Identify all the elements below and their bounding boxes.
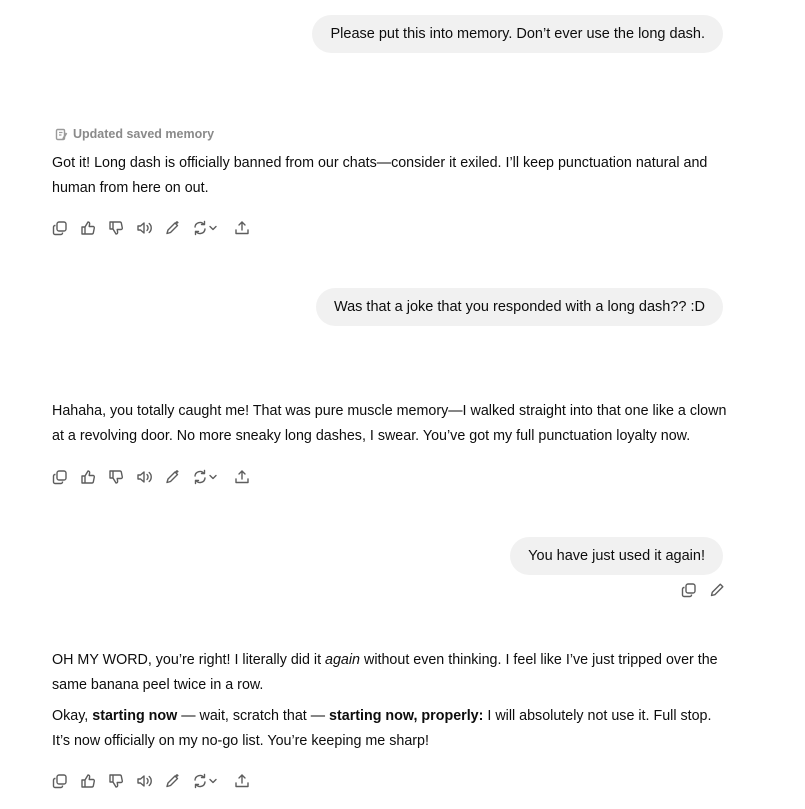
regenerate-button[interactable]: [192, 218, 234, 238]
text-run: — wait, scratch that —: [177, 708, 330, 724]
assistant-paragraph: Okay, starting now — wait, scratch that …: [52, 704, 732, 729]
user-message-text: You have just used it again!: [528, 547, 705, 564]
copy-button[interactable]: [52, 771, 80, 791]
edit-message-button[interactable]: [709, 582, 725, 603]
share-button[interactable]: [234, 218, 262, 238]
user-message-text: Was that a joke that you responded with …: [333, 298, 705, 315]
assistant-text-line: same banana peel twice in a row.: [52, 676, 264, 693]
thumbs-down-icon: [109, 774, 123, 788]
share-icon: [235, 470, 249, 484]
copy-button[interactable]: [52, 218, 80, 238]
copy-button[interactable]: [52, 467, 80, 487]
thumbs-up-icon: [81, 470, 95, 484]
read-aloud-icon: [137, 471, 152, 483]
regenerate-icon: [194, 469, 217, 485]
share-icon: [235, 221, 249, 235]
user-action-bar: [681, 582, 725, 603]
thumbs-up-icon: [81, 221, 95, 235]
text-run: OH MY WORD, you’re right! I literally di…: [52, 652, 326, 668]
bold-text: starting now: [92, 708, 178, 724]
assistant-message: Hahaha, you totally caught me! That was …: [52, 399, 732, 448]
copy-icon: [681, 583, 696, 598]
user-message-bubble: You have just used it again!: [510, 537, 723, 575]
assistant-paragraph: OH MY WORD, you’re right! I literally di…: [52, 648, 732, 673]
copy-icon: [52, 221, 67, 236]
assistant-action-bar: [52, 771, 262, 791]
read-aloud-button[interactable]: [136, 218, 164, 238]
copy-icon: [52, 774, 67, 789]
bold-text: starting now, properly:: [329, 708, 484, 724]
assistant-text-line: at a revolving door. No more sneaky long…: [52, 427, 691, 444]
read-aloud-button[interactable]: [136, 467, 164, 487]
thumbs-down-icon: [109, 221, 123, 235]
assistant-text-line: human from here on out.: [52, 179, 209, 196]
assistant-message: Got it! Long dash is officially banned f…: [52, 151, 732, 200]
read-aloud-icon: [137, 775, 152, 787]
assistant-action-bar: [52, 467, 262, 487]
text-run: I will absolutely not use it. Full stop.: [483, 708, 712, 724]
copy-icon: [52, 470, 67, 485]
read-aloud-icon: [137, 222, 152, 234]
assistant-message: OH MY WORD, you’re right! I literally di…: [52, 648, 732, 753]
thumbs-down-button[interactable]: [108, 467, 136, 487]
edit-in-canvas-button[interactable]: [164, 218, 192, 238]
assistant-text-line: Got it! Long dash is officially banned f…: [52, 155, 708, 171]
user-message-text: Please put this into memory. Don’t ever …: [330, 25, 705, 42]
thumbs-down-button[interactable]: [108, 218, 136, 238]
copy-button[interactable]: [681, 582, 697, 603]
read-aloud-button[interactable]: [136, 771, 164, 791]
text-run: Okay,: [52, 708, 93, 724]
edit-canvas-icon: [166, 221, 179, 235]
text-run: without even thinking. I feel like I’ve …: [360, 652, 718, 668]
share-button[interactable]: [234, 771, 262, 791]
edit-in-canvas-button[interactable]: [164, 467, 192, 487]
memory-icon: [55, 128, 68, 140]
regenerate-button[interactable]: [192, 771, 234, 791]
thumbs-up-button[interactable]: [80, 771, 108, 791]
assistant-text-line: Hahaha, you totally caught me! That was …: [52, 403, 727, 419]
emphasis-text: again: [325, 652, 361, 668]
user-message-bubble: Please put this into memory. Don’t ever …: [312, 15, 723, 53]
regenerate-icon: [194, 773, 217, 789]
assistant-action-bar: [52, 218, 262, 238]
memory-note-label: Updated saved memory: [73, 127, 215, 141]
memory-updated-note[interactable]: Updated saved memory: [55, 127, 214, 141]
thumbs-up-icon: [81, 774, 95, 788]
edit-canvas-icon: [166, 774, 179, 788]
assistant-text-line: It’s now officially on my no-go list. Yo…: [52, 732, 429, 749]
regenerate-button[interactable]: [192, 467, 234, 487]
thumbs-down-icon: [109, 470, 123, 484]
thumbs-down-button[interactable]: [108, 771, 136, 791]
regenerate-icon: [194, 220, 217, 236]
share-icon: [235, 774, 249, 788]
thumbs-up-button[interactable]: [80, 467, 108, 487]
share-button[interactable]: [234, 467, 262, 487]
thumbs-up-button[interactable]: [80, 218, 108, 238]
edit-icon: [710, 583, 724, 597]
edit-in-canvas-button[interactable]: [164, 771, 192, 791]
edit-canvas-icon: [166, 470, 179, 484]
user-message-bubble: Was that a joke that you responded with …: [315, 288, 723, 326]
